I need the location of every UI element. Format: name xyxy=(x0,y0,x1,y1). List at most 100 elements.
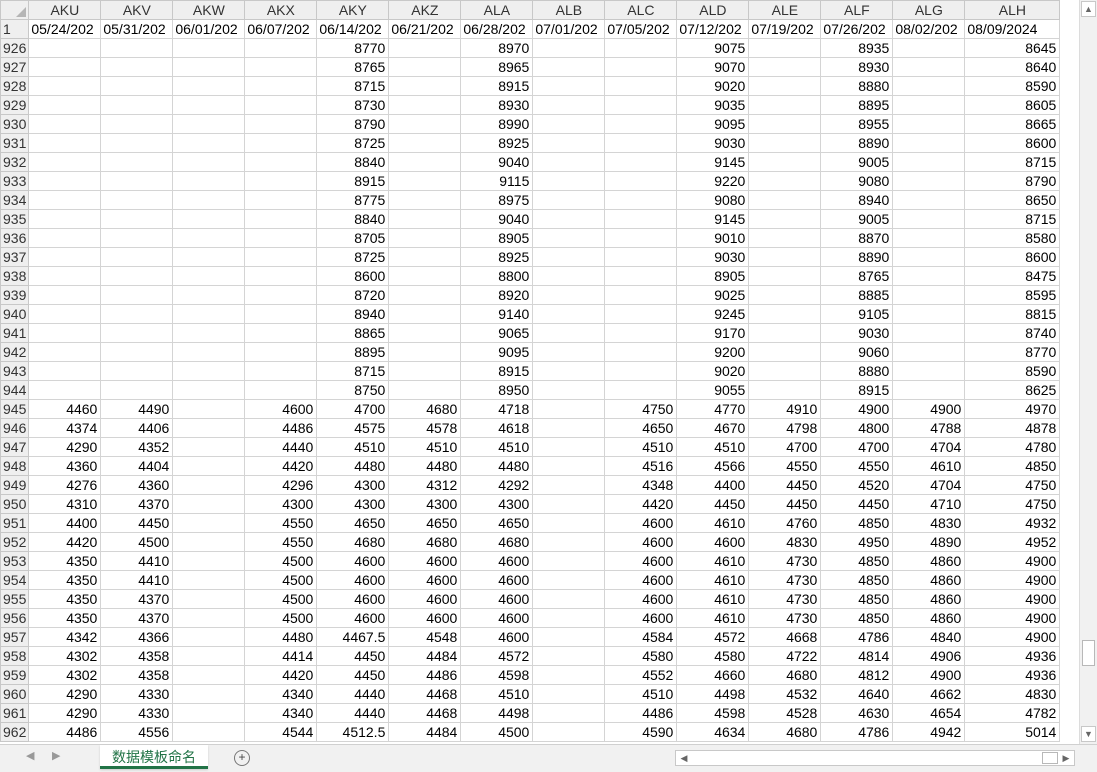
table-cell[interactable] xyxy=(388,247,462,267)
table-cell[interactable]: 4500 xyxy=(244,570,318,590)
table-cell[interactable] xyxy=(532,304,606,324)
table-cell[interactable] xyxy=(172,646,246,666)
table-cell[interactable]: 8580 xyxy=(964,228,1061,248)
table-cell[interactable]: 8950 xyxy=(460,380,534,400)
table-cell[interactable] xyxy=(532,285,606,305)
table-cell[interactable]: 4340 xyxy=(244,703,318,723)
table-cell[interactable]: 4860 xyxy=(892,551,966,571)
row-header[interactable]: 950 xyxy=(0,494,30,514)
row-header[interactable]: 944 xyxy=(0,380,30,400)
column-header-aku[interactable]: AKU xyxy=(28,0,102,20)
table-cell[interactable]: 4440 xyxy=(316,684,390,704)
row-header[interactable]: 959 xyxy=(0,665,30,685)
table-cell[interactable]: 8775 xyxy=(316,190,390,210)
table-cell[interactable]: 8940 xyxy=(820,190,894,210)
table-cell[interactable]: 4450 xyxy=(676,494,750,514)
table-cell[interactable]: 4878 xyxy=(964,418,1061,438)
table-cell[interactable]: 4528 xyxy=(748,703,822,723)
scroll-right-icon[interactable]: ▶ xyxy=(1059,751,1073,765)
table-cell[interactable]: 4610 xyxy=(676,570,750,590)
table-cell[interactable]: 4510 xyxy=(460,437,534,457)
table-cell[interactable]: 8475 xyxy=(964,266,1061,286)
table-cell[interactable]: 8970 xyxy=(460,38,534,58)
row-header[interactable]: 942 xyxy=(0,342,30,362)
table-cell[interactable] xyxy=(28,95,102,115)
table-cell[interactable] xyxy=(28,228,102,248)
table-cell[interactable]: 8750 xyxy=(316,380,390,400)
table-cell[interactable] xyxy=(604,304,678,324)
date-header-cell[interactable]: 06/21/202 xyxy=(388,19,462,39)
table-cell[interactable] xyxy=(892,57,966,77)
table-cell[interactable]: 4312 xyxy=(388,475,462,495)
table-cell[interactable] xyxy=(604,228,678,248)
table-cell[interactable] xyxy=(892,323,966,343)
table-cell[interactable] xyxy=(748,342,822,362)
table-cell[interactable] xyxy=(532,247,606,267)
row-header[interactable]: 955 xyxy=(0,589,30,609)
table-cell[interactable]: 8595 xyxy=(964,285,1061,305)
table-cell[interactable]: 4290 xyxy=(28,703,102,723)
table-cell[interactable]: 4350 xyxy=(28,551,102,571)
table-cell[interactable]: 4640 xyxy=(820,684,894,704)
table-cell[interactable]: 4910 xyxy=(748,399,822,419)
table-cell[interactable]: 9030 xyxy=(820,323,894,343)
table-cell[interactable] xyxy=(532,418,606,438)
table-cell[interactable]: 8800 xyxy=(460,266,534,286)
table-cell[interactable] xyxy=(244,228,318,248)
table-cell[interactable]: 4932 xyxy=(964,513,1061,533)
table-cell[interactable]: 4450 xyxy=(100,513,174,533)
table-cell[interactable]: 4550 xyxy=(244,513,318,533)
table-cell[interactable]: 4420 xyxy=(28,532,102,552)
table-cell[interactable]: 4936 xyxy=(964,665,1061,685)
table-cell[interactable]: 9105 xyxy=(820,304,894,324)
table-cell[interactable]: 4598 xyxy=(676,703,750,723)
row-header[interactable]: 949 xyxy=(0,475,30,495)
table-cell[interactable]: 4730 xyxy=(748,608,822,628)
table-cell[interactable]: 4486 xyxy=(388,665,462,685)
table-cell[interactable]: 9030 xyxy=(676,247,750,267)
table-cell[interactable]: 4750 xyxy=(604,399,678,419)
table-cell[interactable]: 8840 xyxy=(316,152,390,172)
scroll-left-icon[interactable]: ◀ xyxy=(677,751,691,765)
table-cell[interactable] xyxy=(748,38,822,58)
table-cell[interactable]: 8600 xyxy=(316,266,390,286)
table-cell[interactable]: 4290 xyxy=(28,437,102,457)
table-cell[interactable]: 9040 xyxy=(460,152,534,172)
table-cell[interactable] xyxy=(892,95,966,115)
table-cell[interactable]: 4600 xyxy=(388,608,462,628)
table-cell[interactable]: 4302 xyxy=(28,665,102,685)
table-cell[interactable]: 8730 xyxy=(316,95,390,115)
table-cell[interactable] xyxy=(172,665,246,685)
table-cell[interactable] xyxy=(28,171,102,191)
table-cell[interactable] xyxy=(172,418,246,438)
table-cell[interactable]: 8815 xyxy=(964,304,1061,324)
table-cell[interactable] xyxy=(244,171,318,191)
table-cell[interactable] xyxy=(244,380,318,400)
table-cell[interactable]: 8720 xyxy=(316,285,390,305)
table-cell[interactable]: 4850 xyxy=(820,589,894,609)
table-cell[interactable]: 4467.5 xyxy=(316,627,390,647)
date-header-cell[interactable]: 07/26/202 xyxy=(820,19,894,39)
table-cell[interactable] xyxy=(532,589,606,609)
table-cell[interactable] xyxy=(100,323,174,343)
row-header[interactable]: 935 xyxy=(0,209,30,229)
table-cell[interactable]: 4342 xyxy=(28,627,102,647)
row-header[interactable]: 931 xyxy=(0,133,30,153)
table-cell[interactable]: 4486 xyxy=(604,703,678,723)
table-cell[interactable] xyxy=(892,190,966,210)
scroll-up-icon[interactable]: ▲ xyxy=(1081,1,1096,17)
row-header[interactable]: 927 xyxy=(0,57,30,77)
scroll-down-icon[interactable]: ▼ xyxy=(1081,726,1096,742)
table-cell[interactable]: 4730 xyxy=(748,570,822,590)
table-cell[interactable]: 4680 xyxy=(460,532,534,552)
table-cell[interactable]: 4670 xyxy=(676,418,750,438)
table-cell[interactable] xyxy=(172,589,246,609)
table-cell[interactable] xyxy=(172,133,246,153)
table-cell[interactable]: 4680 xyxy=(388,399,462,419)
table-cell[interactable]: 4450 xyxy=(748,494,822,514)
table-cell[interactable]: 8590 xyxy=(964,361,1061,381)
table-cell[interactable]: 4350 xyxy=(28,608,102,628)
table-cell[interactable] xyxy=(172,475,246,495)
table-cell[interactable] xyxy=(604,38,678,58)
table-cell[interactable]: 8665 xyxy=(964,114,1061,134)
